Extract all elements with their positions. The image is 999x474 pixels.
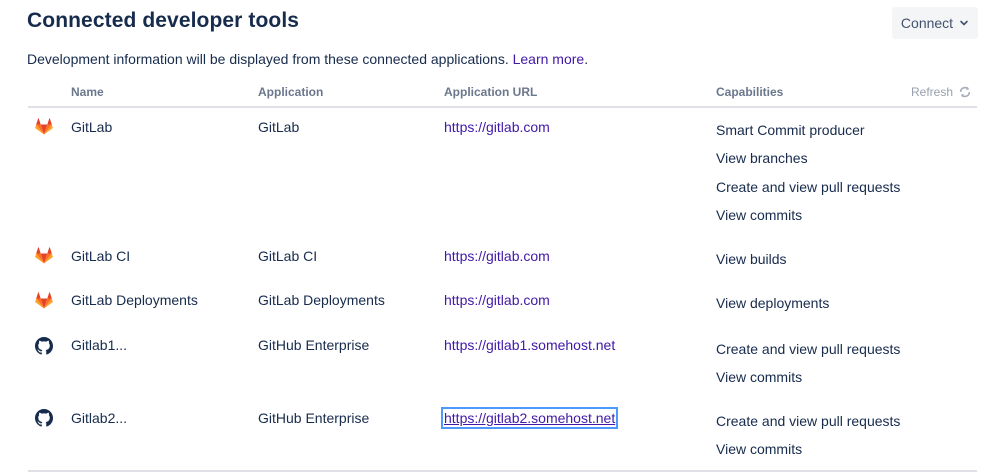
refresh-label: Refresh — [911, 85, 954, 99]
description-period: . — [584, 51, 589, 67]
table-header-divider — [28, 106, 977, 108]
gitlab-icon — [35, 292, 53, 309]
learn-more-link[interactable]: Learn more — [513, 51, 585, 67]
row-application: GitHub Enterprise — [258, 410, 370, 426]
connect-button[interactable]: Connect — [892, 7, 978, 39]
row-url-link[interactable]: https://gitlab.com — [444, 248, 550, 264]
row-name: GitLab Deployments — [71, 292, 198, 308]
row-application: GitLab CI — [258, 248, 318, 264]
gitlab-icon — [35, 247, 53, 264]
capability-item: View deployments — [716, 295, 830, 311]
capability-item: View commits — [716, 441, 803, 457]
row-url-link[interactable]: https://gitlab2.somehost.net — [440, 407, 619, 429]
capability-item: Create and view pull requests — [716, 179, 901, 195]
capability-item: View branches — [716, 150, 808, 166]
row-url-link[interactable]: https://gitlab.com — [444, 119, 550, 135]
github-icon — [35, 337, 53, 355]
column-header-url[interactable]: Application URL — [444, 85, 537, 99]
row-name: Gitlab1... — [71, 337, 128, 353]
page-title: Connected developer tools — [27, 9, 300, 32]
capability-item: Create and view pull requests — [716, 341, 901, 357]
capability-item: View commits — [716, 207, 803, 223]
column-header-application[interactable]: Application — [258, 85, 323, 99]
capability-item: View builds — [716, 251, 787, 267]
row-name: Gitlab2... — [71, 410, 128, 426]
table-bottom-divider — [28, 470, 977, 472]
github-icon — [35, 409, 53, 427]
capability-item: View commits — [716, 369, 803, 385]
connect-button-label: Connect — [900, 15, 954, 31]
gitlab-icon — [35, 118, 53, 135]
capability-item: Create and view pull requests — [716, 413, 901, 429]
row-application: GitHub Enterprise — [258, 337, 370, 353]
description-text: Development information will be displaye… — [27, 51, 509, 67]
row-url-link[interactable]: https://gitlab.com — [444, 292, 550, 308]
row-name: GitLab — [71, 119, 113, 135]
description: Development information will be displaye… — [27, 51, 588, 67]
refresh-button[interactable]: Refresh — [911, 85, 972, 99]
row-application: GitLab — [258, 119, 300, 135]
column-header-name[interactable]: Name — [71, 85, 104, 99]
column-header-capabilities: Capabilities — [716, 85, 784, 99]
refresh-icon — [959, 86, 971, 98]
capability-item: Smart Commit producer — [716, 122, 865, 138]
chevron-down-icon — [960, 20, 968, 26]
row-application: GitLab Deployments — [258, 292, 385, 308]
row-url-link[interactable]: https://gitlab1.somehost.net — [444, 337, 615, 353]
row-name: GitLab CI — [71, 248, 131, 264]
